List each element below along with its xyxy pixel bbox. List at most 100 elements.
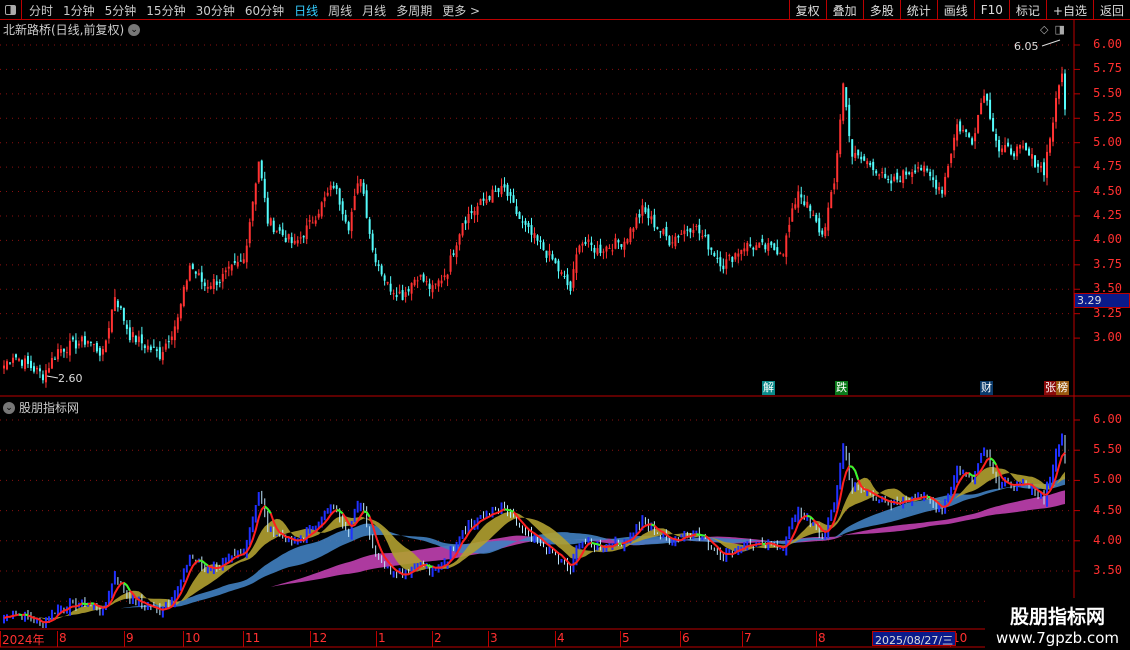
ma5-segment-green xyxy=(336,508,340,512)
candle-body xyxy=(158,347,161,359)
candle-body xyxy=(344,214,347,222)
ma5-segment-green xyxy=(18,613,23,617)
candle-body xyxy=(236,261,239,267)
candle-body xyxy=(860,156,863,160)
candle-body xyxy=(473,211,476,216)
candle-body xyxy=(59,348,62,353)
candle-body xyxy=(890,180,893,184)
candle-body xyxy=(413,279,416,286)
chevron-down-icon[interactable]: ⌄ xyxy=(128,23,141,36)
ma5-segment-green xyxy=(651,523,655,527)
candle-body xyxy=(23,358,26,369)
candle-body xyxy=(446,274,449,279)
candle-body xyxy=(284,237,287,242)
candle-body xyxy=(932,177,935,180)
candle-body xyxy=(518,212,521,219)
candle-body xyxy=(404,292,407,297)
candle-body xyxy=(44,370,47,383)
candle-body xyxy=(53,358,56,360)
candle-body xyxy=(206,286,209,289)
candle-body xyxy=(839,119,842,155)
candle-body xyxy=(248,222,251,244)
candle-body xyxy=(1064,73,1067,110)
candle-body xyxy=(782,254,785,256)
candle-body xyxy=(419,274,422,277)
ma5-segment-green xyxy=(594,542,598,546)
candle-body xyxy=(62,348,65,352)
candle-body xyxy=(854,152,857,158)
candle-body xyxy=(794,204,797,209)
kline-chart[interactable]: 6.05 2.60 xyxy=(0,0,1130,650)
candle-body xyxy=(923,165,926,172)
candle-body xyxy=(671,242,674,244)
panel-layout-icon[interactable]: ◨ xyxy=(1054,23,1064,36)
candle-body xyxy=(137,336,140,343)
candle-body xyxy=(626,239,629,244)
candle-body xyxy=(827,207,830,231)
candle-body xyxy=(803,201,806,206)
diamond-icon[interactable]: ◇ xyxy=(1040,23,1048,36)
month-label: 7 xyxy=(742,631,752,647)
candle-body xyxy=(572,269,575,288)
candle-body xyxy=(203,282,206,287)
ma5-segment-green xyxy=(510,509,514,513)
event-marker[interactable]: 财 xyxy=(980,381,993,395)
candle-body xyxy=(326,192,329,196)
candle-body xyxy=(731,257,734,262)
candle-body xyxy=(116,300,119,308)
candle-body xyxy=(845,87,848,108)
candle-body xyxy=(959,121,962,132)
price-axis-tick: 3.50 xyxy=(1093,281,1122,296)
candle-body xyxy=(434,283,437,285)
candle-body xyxy=(134,335,137,343)
event-marker[interactable]: 跌 xyxy=(835,381,848,395)
candle-body xyxy=(368,219,371,234)
candle-body xyxy=(104,340,107,353)
candle-body xyxy=(818,218,821,233)
candle-body xyxy=(242,259,245,263)
candle-body xyxy=(884,173,887,178)
candle-body xyxy=(443,275,446,278)
candle-body xyxy=(848,104,851,137)
chevron-down-icon[interactable]: ⌄ xyxy=(3,401,15,414)
candle-body xyxy=(983,95,986,103)
candle-body xyxy=(578,245,581,253)
ma5-segment-green xyxy=(806,514,811,518)
candle-body xyxy=(131,332,134,338)
candle-body xyxy=(830,191,833,209)
indicator-title: ⌄ 股朋指标网 xyxy=(3,399,79,416)
candle-body xyxy=(506,184,509,196)
ma5-segment-green xyxy=(699,533,703,537)
candle-body xyxy=(536,235,539,241)
candle-body xyxy=(557,260,560,272)
candle-body xyxy=(437,280,440,287)
stock-title: 北新路桥(日线,前复权) ⌄ xyxy=(3,21,141,38)
candle-body xyxy=(1034,155,1037,168)
candle-body xyxy=(752,247,755,250)
candle-body xyxy=(692,229,695,233)
candle-body xyxy=(530,225,533,235)
candle-body xyxy=(809,205,812,212)
candle-body xyxy=(1058,85,1061,99)
candle-body xyxy=(668,236,671,246)
candle-body xyxy=(773,243,776,251)
candle-body xyxy=(707,234,710,250)
candle-body xyxy=(941,189,944,194)
candle-body xyxy=(389,283,392,292)
event-marker[interactable]: 榜 xyxy=(1056,381,1069,395)
selected-date[interactable]: 2025/08/27/三 xyxy=(872,631,957,647)
candle-body xyxy=(77,343,80,346)
candle-body xyxy=(917,166,920,169)
candle-body xyxy=(401,290,404,300)
candle-body xyxy=(440,280,443,284)
candle-body xyxy=(338,188,341,205)
candle-body xyxy=(659,231,662,233)
candle-body xyxy=(644,207,647,213)
candle-body xyxy=(977,115,980,133)
candle-body xyxy=(488,196,491,200)
candle-body xyxy=(842,83,845,121)
event-marker[interactable]: 解 xyxy=(762,381,775,395)
candle-body xyxy=(539,240,542,243)
candle-body xyxy=(722,265,725,270)
candle-body xyxy=(836,153,839,183)
